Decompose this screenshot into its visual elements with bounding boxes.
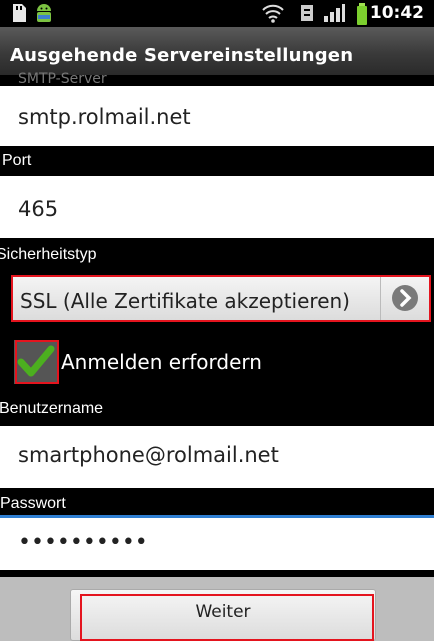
status-bar: 10:42 <box>0 0 434 27</box>
password-field[interactable]: •••••••••• <box>0 518 434 570</box>
wifi-icon <box>262 4 284 23</box>
clock: 10:42 <box>369 3 424 23</box>
port-label: Port <box>2 152 32 169</box>
chevron-right-icon <box>392 285 418 311</box>
signal-icon <box>324 4 345 22</box>
next-button-highlight <box>80 594 374 641</box>
android-icon <box>37 4 51 22</box>
checkbox-highlight <box>15 340 59 384</box>
username-label: Benutzername <box>0 400 104 417</box>
battery-icon <box>357 3 367 25</box>
sd-card-icon <box>13 4 26 22</box>
port-field[interactable]: 465 <box>0 176 434 238</box>
username-field[interactable]: smartphone@rolmail.net <box>0 426 434 488</box>
smtp-server-field[interactable]: smtp.rolmail.net <box>0 86 434 146</box>
page-title: Ausgehende Servereinstellungen <box>10 45 354 66</box>
require-login-label: Anmelden erfordern <box>61 350 262 374</box>
title-bar: Ausgehende Servereinstellungen <box>0 27 434 75</box>
sync-icon <box>301 5 313 21</box>
password-value: •••••••••• <box>18 530 148 555</box>
username-value: smartphone@rolmail.net <box>18 443 279 467</box>
security-type-value: SSL (Alle Zertifikate akzeptieren) <box>20 289 350 313</box>
dropdown-button[interactable] <box>380 277 429 320</box>
security-type-label: Sicherheitstyp <box>0 246 97 263</box>
port-value: 465 <box>18 197 59 221</box>
smtp-server-label: SMTP-Server <box>18 71 107 87</box>
password-label: Passwort <box>0 495 66 512</box>
security-type-dropdown[interactable]: SSL (Alle Zertifikate akzeptieren) <box>11 275 431 322</box>
smtp-server-value: smtp.rolmail.net <box>18 105 191 129</box>
